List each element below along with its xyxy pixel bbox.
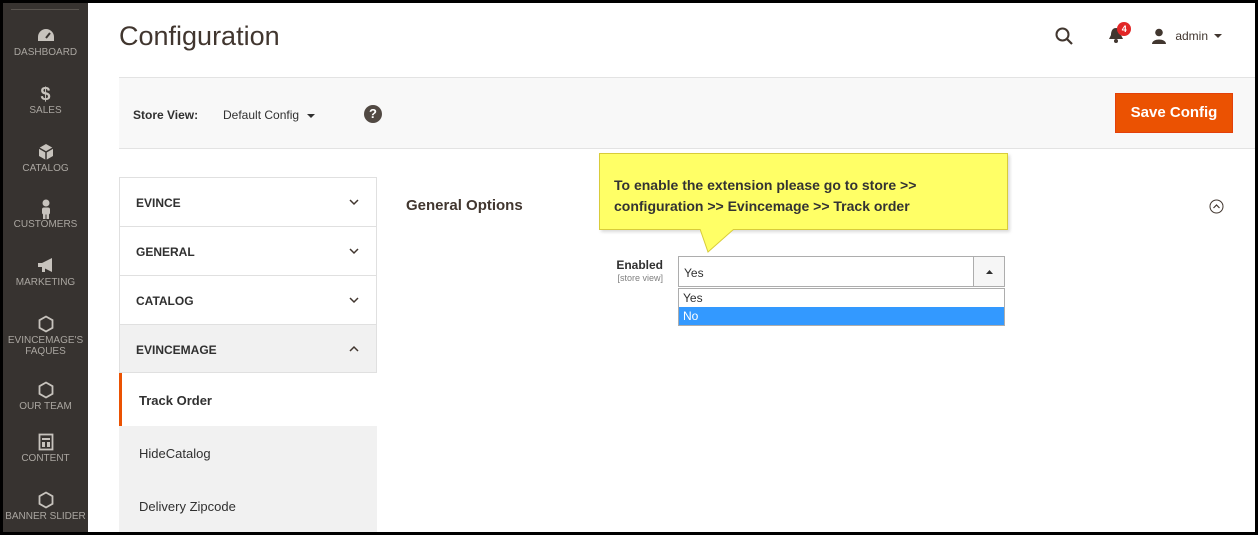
tab-catalog[interactable]: CATALOG: [119, 275, 377, 324]
sidebar-item-label: MARKETING: [15, 277, 76, 288]
tab-evince[interactable]: EVINCE: [119, 177, 377, 226]
sidebar-item-dashboard[interactable]: DASHBOARD: [3, 27, 88, 58]
dropdown-option-yes[interactable]: Yes: [679, 289, 1004, 307]
tab-label: EVINCEMAGE: [136, 343, 217, 357]
hexagon-icon: [3, 381, 88, 399]
tab-general[interactable]: GENERAL: [119, 226, 377, 275]
notifications-button[interactable]: 4: [1107, 22, 1132, 46]
caret-down-icon: [1214, 34, 1222, 38]
admin-user-menu[interactable]: admin: [1151, 28, 1231, 44]
sidebar-item-catalog[interactable]: CATALOG: [3, 143, 88, 174]
user-icon: [1152, 28, 1167, 44]
header-actions: 4 admin: [1055, 22, 1231, 49]
subtab-label: Track Order: [139, 393, 212, 408]
sidebar-item-label: OUR TEAM: [19, 401, 72, 412]
collapse-icon[interactable]: [1209, 199, 1224, 214]
callout-pointer: [700, 229, 734, 253]
page-title: Configuration: [119, 21, 280, 51]
chevron-down-icon: [349, 199, 359, 206]
sidebar-item-banner-slider[interactable]: BANNER SLIDER: [3, 491, 88, 522]
subtab-delivery-zipcode[interactable]: Delivery Zipcode: [119, 479, 377, 532]
sidebar-item-label: CUSTOMERS: [13, 219, 78, 230]
sidebar-item-label: CATALOG: [22, 163, 69, 174]
megaphone-icon: [3, 257, 88, 275]
subtab-label: HideCatalog: [139, 446, 211, 461]
enabled-label: Enabled: [616, 258, 663, 272]
chevron-down-icon: [349, 297, 359, 304]
subtab-hidecatalog[interactable]: HideCatalog: [119, 426, 377, 479]
scope-label: [store view]: [617, 273, 663, 283]
select-arrow-button[interactable]: [973, 257, 1004, 286]
save-config-button[interactable]: Save Config: [1115, 93, 1233, 133]
search-icon[interactable]: [1055, 27, 1074, 45]
sidebar-item-content[interactable]: CONTENT: [3, 433, 88, 464]
enabled-select-value: Yes: [684, 266, 704, 280]
subtab-label: Delivery Zipcode: [139, 499, 236, 514]
sidebar-item-our-team[interactable]: OUR TEAM: [3, 381, 88, 412]
chevron-down-icon: [349, 248, 359, 255]
subtab-track-order[interactable]: Track Order: [119, 373, 377, 426]
admin-sidebar: DASHBOARD $ SALES CATALOG CUSTOMERS MARK…: [3, 3, 88, 532]
dollar-icon: $: [40, 84, 51, 104]
sidebar-item-label: CONTENT: [21, 453, 70, 464]
sidebar-item-marketing[interactable]: MARKETING: [3, 257, 88, 288]
sidebar-item-label: BANNER SLIDER: [5, 511, 86, 522]
admin-page: DASHBOARD $ SALES CATALOG CUSTOMERS MARK…: [3, 3, 1255, 532]
store-view-bar: Store View: Default Config ? Save Config: [119, 77, 1255, 149]
sidebar-item-label-2: FAQUES: [25, 346, 66, 357]
store-view-value: Default Config: [223, 108, 300, 122]
notification-badge: 4: [1117, 22, 1132, 36]
sidebar-item-label: EVINCEMAGE'S: [7, 335, 84, 346]
sidebar-item-label: SALES: [29, 105, 62, 116]
callout-line-2: configuration >> Evincemage >> Track ord…: [614, 198, 910, 214]
store-view-switcher[interactable]: Default Config: [223, 108, 316, 122]
tab-label: CATALOG: [136, 294, 194, 308]
content-icon: [3, 433, 88, 451]
caret-down-icon: [307, 113, 316, 118]
sidebar-item-evincemage-faques[interactable]: EVINCEMAGE'S FAQUES: [3, 315, 88, 357]
caret-up-icon: [986, 270, 993, 274]
instruction-callout: To enable the extension please go to sto…: [599, 153, 1008, 230]
sidebar-item-sales[interactable]: $ SALES: [3, 85, 88, 116]
section-title[interactable]: General Options: [406, 197, 523, 214]
callout-text: To enable the extension please go to sto…: [614, 175, 916, 217]
person-icon: [3, 199, 88, 219]
tab-label: GENERAL: [136, 245, 195, 259]
tab-label: EVINCE: [136, 196, 181, 210]
cube-icon: [3, 143, 88, 161]
hexagon-icon: [3, 315, 88, 333]
callout-line-1: To enable the extension please go to sto…: [614, 177, 917, 193]
sidebar-item-customers[interactable]: CUSTOMERS: [3, 199, 88, 230]
tab-evincemage[interactable]: EVINCEMAGE: [119, 324, 377, 373]
admin-username: admin: [1175, 29, 1208, 43]
store-view-label: Store View:: [133, 108, 199, 122]
dropdown-option-no[interactable]: No: [679, 307, 1004, 325]
enabled-select[interactable]: Yes: [678, 256, 1005, 287]
sidebar-item-label: DASHBOARD: [13, 47, 78, 58]
enabled-dropdown-list: Yes No: [678, 288, 1005, 326]
chevron-up-icon: [349, 345, 359, 352]
help-icon[interactable]: ?: [364, 105, 382, 123]
sidebar-divider: [11, 9, 79, 10]
hexagon-icon: [3, 491, 88, 509]
dashboard-icon: [3, 27, 88, 45]
config-tabs: EVINCE GENERAL CATALOG EVINCEMAGE Track …: [119, 177, 377, 532]
